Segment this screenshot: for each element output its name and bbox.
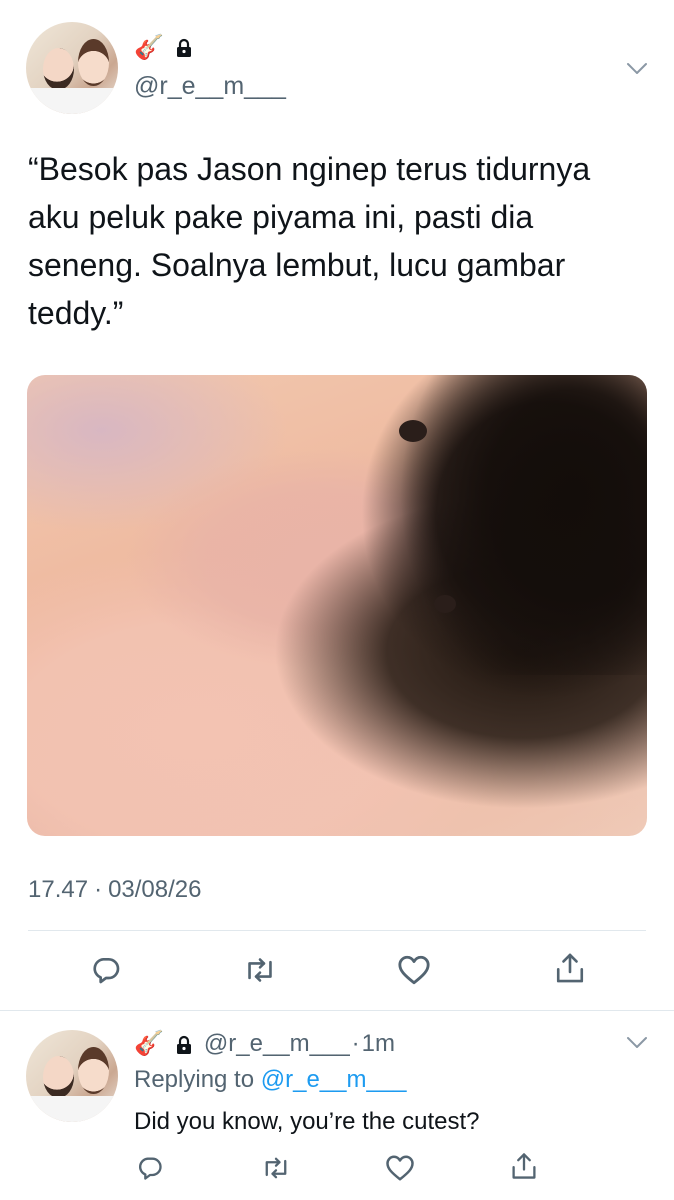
reply-header: 🎸 @r_e__m___ · 1m [134,1030,395,1058]
reply-text: Did you know, you’re the cutest? [134,1108,480,1135]
retweet-icon [265,1157,287,1179]
avatar-person-left [42,1055,74,1099]
author-handle[interactable]: @r_e__m___ [134,72,286,101]
author-avatar[interactable] [26,22,118,114]
avatar-person-right [77,1046,109,1095]
retweet-button[interactable] [258,1150,294,1186]
tweet-date: 03/08/26 [108,876,202,903]
retweet-icon [248,958,272,982]
meta-separator: · [351,1030,360,1057]
like-button[interactable] [382,1150,418,1186]
avatar-clothing [26,1096,118,1122]
share-icon [556,953,584,983]
meta-separator: · [94,876,103,903]
guitar-emoji: 🎸 [134,1030,164,1057]
reply-icon [93,958,120,984]
retweet-button[interactable] [240,950,280,990]
reply-button[interactable] [132,1150,168,1186]
divider [28,930,646,931]
replying-label: Replying to [134,1066,255,1093]
avatar-person-right [77,38,109,87]
photo-eye [434,595,456,613]
like-button[interactable] [394,950,434,990]
divider [0,1010,674,1011]
replying-to: Replying to @r_e__m___ [134,1066,407,1094]
reply-icon [139,1157,162,1180]
reply-author-handle[interactable]: @r_e__m___ [204,1030,350,1058]
tweet-text: “Besok pas Jason nginep terus tidurnya a… [28,151,591,331]
photo-hair [357,375,647,675]
chevron-down-icon[interactable] [626,62,648,76]
reply-time: 1m [361,1030,396,1057]
guitar-emoji: 🎸 [134,34,164,61]
replying-to-mention[interactable]: @r_e__m___ [261,1066,407,1093]
lock-icon [174,38,194,58]
photo-eye [399,420,427,442]
heart-icon [386,1155,414,1181]
heart-icon [398,955,430,985]
reply-author-avatar[interactable] [26,1030,118,1122]
chevron-down-icon[interactable] [626,1036,648,1050]
share-button[interactable] [506,1148,542,1184]
lock-icon [174,1034,194,1054]
avatar-clothing [26,88,118,114]
tweet-time: 17.47 [28,876,89,903]
share-icon [512,1153,536,1179]
tweet-photo[interactable] [27,375,647,836]
avatar-person-left [42,47,74,91]
tweet-timestamp[interactable]: 17.47 · 03/08/26 [28,876,201,904]
reply-button[interactable] [86,950,126,990]
share-button[interactable] [550,948,590,988]
display-name[interactable]: 🎸 [134,36,194,60]
